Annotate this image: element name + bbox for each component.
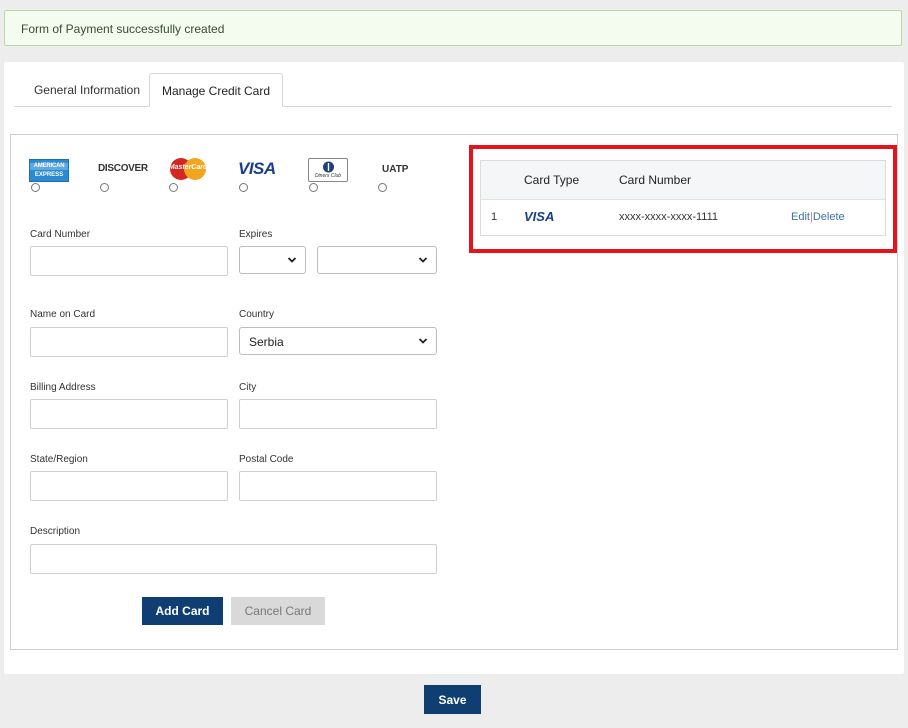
expires-month-select[interactable] (239, 246, 306, 274)
visa-logo: VISA (238, 159, 276, 178)
postal-code-input[interactable] (239, 471, 437, 501)
row-actions: Edit|Delete (791, 211, 845, 223)
credit-card-section: AMERICAN EXPRESS DISCOVER MasterCard VIS… (10, 134, 898, 650)
mastercard-logo: MasterCard (168, 157, 208, 181)
card-type-radio-mastercard[interactable] (169, 183, 178, 192)
state-region-label: State/Region (30, 454, 88, 465)
alert-message: Form of Payment successfully created (21, 22, 225, 36)
diners-club-logo: Diners Club (308, 158, 348, 182)
state-region-input[interactable] (30, 471, 228, 501)
discover-logo: DISCOVER (98, 163, 148, 174)
card-type-radio-uatp[interactable] (378, 183, 387, 192)
card-type-radio-amex[interactable] (31, 183, 40, 192)
column-header-card-number: Card Number (619, 173, 692, 187)
tab-general-information[interactable]: General Information (18, 73, 156, 107)
billing-address-input[interactable] (30, 399, 228, 429)
card-type-radio-diners[interactable] (309, 183, 318, 192)
chevron-down-icon (418, 338, 428, 344)
cancel-card-button[interactable]: Cancel Card (231, 597, 325, 625)
visa-logo: VISA (524, 209, 555, 224)
postal-code-label: Postal Code (239, 454, 294, 465)
main-panel: General Information Manage Credit Card A… (4, 62, 904, 674)
billing-address-label: Billing Address (30, 382, 96, 393)
table-header: Card Type Card Number (481, 161, 885, 200)
city-input[interactable] (239, 399, 437, 429)
name-on-card-input[interactable] (30, 327, 228, 357)
card-number-label: Card Number (30, 229, 91, 240)
add-card-button[interactable]: Add Card (142, 597, 223, 625)
edit-link[interactable]: Edit (791, 211, 810, 223)
amex-logo: AMERICAN EXPRESS (29, 159, 69, 182)
expires-label: Expires (239, 229, 273, 240)
country-select[interactable]: Serbia (239, 327, 437, 355)
highlight-box: Card Type Card Number 1 VISA xxxx-xxxx-x… (469, 145, 897, 253)
column-header-card-type: Card Type (524, 173, 580, 187)
chevron-down-icon (287, 257, 297, 263)
name-on-card-label: Name on Card (30, 309, 96, 320)
description-input[interactable] (30, 544, 437, 574)
uatp-logo: UATP (382, 164, 409, 175)
delete-link[interactable]: Delete (813, 211, 845, 223)
card-type-radio-visa[interactable] (239, 183, 248, 192)
expires-year-select[interactable] (317, 246, 437, 274)
save-button[interactable]: Save (424, 685, 481, 714)
card-number-value: xxxx-xxxx-xxxx-1111 (619, 211, 719, 223)
card-type-radio-discover[interactable] (100, 183, 109, 192)
country-value: Serbia (249, 335, 284, 349)
row-index: 1 (491, 211, 498, 223)
tab-manage-credit-card[interactable]: Manage Credit Card (149, 73, 283, 107)
chevron-down-icon (418, 257, 428, 263)
card-number-input[interactable] (30, 246, 228, 276)
description-label: Description (30, 526, 81, 537)
success-alert: Form of Payment successfully created (4, 10, 902, 46)
country-label: Country (239, 309, 275, 320)
city-label: City (239, 382, 257, 393)
saved-cards-table: Card Type Card Number 1 VISA xxxx-xxxx-x… (480, 160, 886, 236)
